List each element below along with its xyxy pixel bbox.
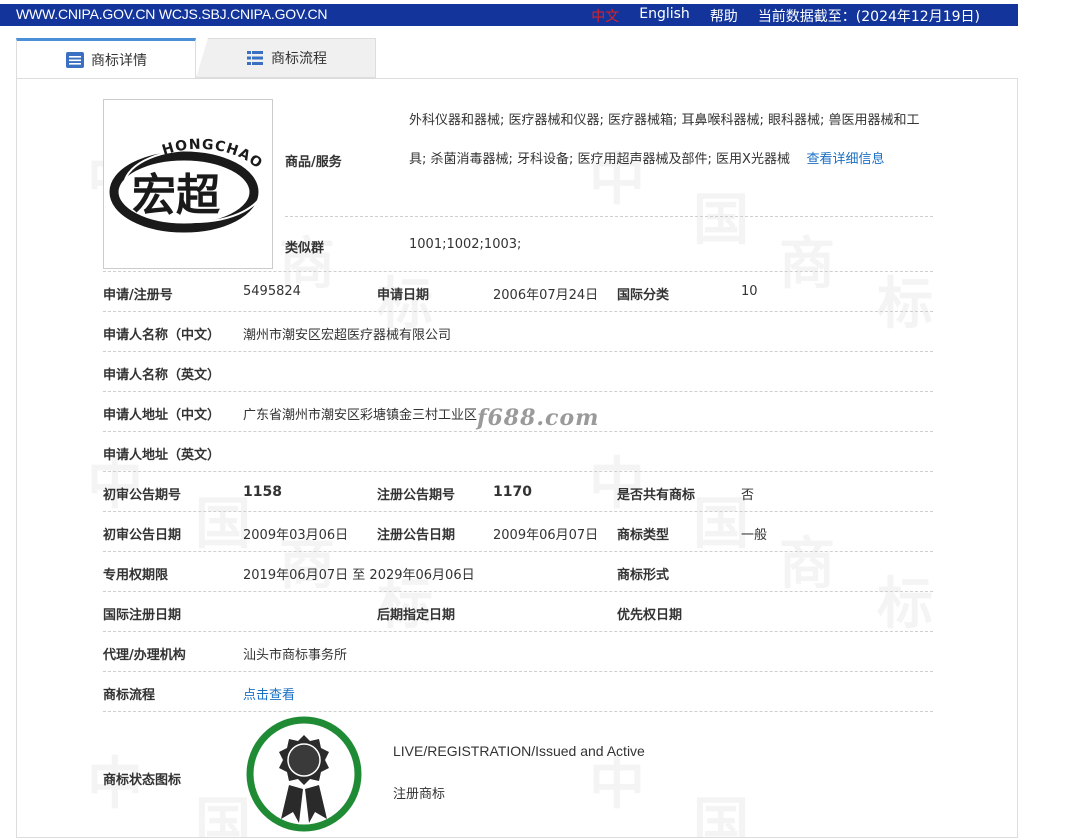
term-value: 2019年06月07日 至 2029年06月06日 xyxy=(243,568,475,583)
app-date-label: 申请日期 xyxy=(377,288,430,303)
top-bar-links: 中文 English 帮助 当前数据截至：(2024年12月19日) xyxy=(591,6,980,26)
trademark-logo: HONGCHAO 宏超 xyxy=(109,137,265,233)
row-dates: 国际注册日期 后期指定日期 优先权日期 xyxy=(103,592,933,632)
trademark-image: HONGCHAO 宏超 xyxy=(103,99,273,269)
tab-label: 商标详情 xyxy=(91,52,147,69)
applicant-cn-value: 潮州市潮安区宏超医疗器械有限公司 xyxy=(243,328,452,343)
divider xyxy=(103,711,933,712)
view-flow-link[interactable]: 点击查看 xyxy=(243,684,295,703)
row-applicant-cn: 申请人名称（中文） 潮州市潮安区宏超医疗器械有限公司 xyxy=(103,312,933,352)
tab-label: 商标流程 xyxy=(271,51,327,67)
prelim-no-value: 1158 xyxy=(243,484,282,500)
similar-group-value: 1001;1002;1003; xyxy=(409,237,522,252)
later-date-label: 后期指定日期 xyxy=(377,608,456,623)
data-as-of: 当前数据截至：(2024年12月19日) xyxy=(757,9,980,25)
tab-trademark-flow[interactable]: 商标流程 xyxy=(196,38,376,78)
prelim-date-value: 2009年03月06日 xyxy=(243,528,349,543)
prelim-date-label: 初审公告日期 xyxy=(103,528,182,543)
agent-value: 汕头市商标事务所 xyxy=(243,648,348,663)
goods-services-text: 外科仪器和器械; 医疗器械和仪器; 医疗器械箱; 耳鼻喉科器械; 眼科器械; 兽… xyxy=(409,113,920,167)
view-details-link[interactable]: 查看详细信息 xyxy=(807,152,885,167)
logo-cn-text: 宏超 xyxy=(132,170,221,221)
intl-reg-date-label: 国际注册日期 xyxy=(103,608,182,623)
reg-pub-no-value: 1170 xyxy=(493,484,532,500)
status-icon-label: 商标状态图标 xyxy=(103,773,182,788)
list-icon xyxy=(247,51,263,65)
site-watermark: f688.com xyxy=(477,405,600,431)
help-link[interactable]: 帮助 xyxy=(710,6,738,26)
mark-form-label: 商标形式 xyxy=(617,568,670,583)
address-cn-value: 广东省潮州市潮安区彩塘镇金三村工业区 xyxy=(243,408,478,423)
row-term: 专用权期限 2019年06月07日 至 2029年06月06日 商标形式 xyxy=(103,552,933,592)
reg-pub-no-label: 注册公告期号 xyxy=(377,488,456,503)
site-domains: WWW.CNIPA.GOV.CN WCJS.SBJ.CNIPA.GOV.CN xyxy=(16,6,328,22)
reg-pub-date-value: 2009年06月07日 xyxy=(493,528,599,543)
detail-panel: 中 国 商 标 中 国 商 标 中 国 商 标 中 国 商 标 中 国 中 国 … xyxy=(16,78,1018,838)
term-label: 专用权期限 xyxy=(103,568,169,583)
intl-class-label: 国际分类 xyxy=(617,288,670,303)
row-flow: 商标流程 点击查看 xyxy=(103,672,933,712)
tab-trademark-detail[interactable]: 商标详情 xyxy=(16,38,196,78)
divider xyxy=(285,216,933,217)
status-text-cn: 注册商标 xyxy=(393,787,446,802)
applicant-cn-label: 申请人名称（中文） xyxy=(103,328,221,343)
reg-no-value: 5495824 xyxy=(243,284,301,299)
prelim-no-label: 初审公告期号 xyxy=(103,488,182,503)
row-registration: 申请/注册号 5495824 申请日期 2006年07月24日 国际分类 10 xyxy=(103,272,933,312)
registered-badge-icon xyxy=(246,716,362,832)
row-agent: 代理/办理机构 汕头市商标事务所 xyxy=(103,632,933,672)
reg-pub-date-label: 注册公告日期 xyxy=(377,528,456,543)
applicant-en-label: 申请人名称（英文） xyxy=(103,368,221,383)
address-cn-label: 申请人地址（中文） xyxy=(103,408,221,423)
reg-no-label: 申请/注册号 xyxy=(103,288,173,303)
status-text-en: LIVE/REGISTRATION/Issued and Active xyxy=(393,743,645,759)
lang-chinese-link[interactable]: 中文 xyxy=(591,6,619,26)
app-date-value: 2006年07月24日 xyxy=(493,288,599,303)
intl-class-value: 10 xyxy=(741,284,758,299)
document-list-icon xyxy=(66,51,84,68)
mark-type-value: 一般 xyxy=(741,528,768,543)
top-bar: WWW.CNIPA.GOV.CN WCJS.SBJ.CNIPA.GOV.CN 中… xyxy=(0,4,1018,26)
row-applicant-en: 申请人名称（英文） xyxy=(103,352,933,392)
mark-type-label: 商标类型 xyxy=(617,528,670,543)
goods-services-label: 商品/服务 xyxy=(285,155,342,170)
flow-label: 商标流程 xyxy=(103,688,156,703)
lang-english-link[interactable]: English xyxy=(639,6,690,26)
row-publication-date: 初审公告日期 2009年03月06日 注册公告日期 2009年06月07日 商标… xyxy=(103,512,933,552)
similar-group-label: 类似群 xyxy=(285,241,325,256)
watermark-chars-20: 国 xyxy=(693,779,779,837)
shared-value: 否 xyxy=(741,488,755,503)
row-address-en: 申请人地址（英文） xyxy=(103,432,933,472)
address-en-label: 申请人地址（英文） xyxy=(103,448,221,463)
priority-date-label: 优先权日期 xyxy=(617,608,683,623)
row-publication-no: 初审公告期号 1158 注册公告期号 1170 是否共有商标 否 xyxy=(103,472,933,512)
shared-label: 是否共有商标 xyxy=(617,488,696,503)
agent-label: 代理/办理机构 xyxy=(103,648,186,663)
tab-bar: 商标详情 商标流程 xyxy=(16,38,1018,78)
